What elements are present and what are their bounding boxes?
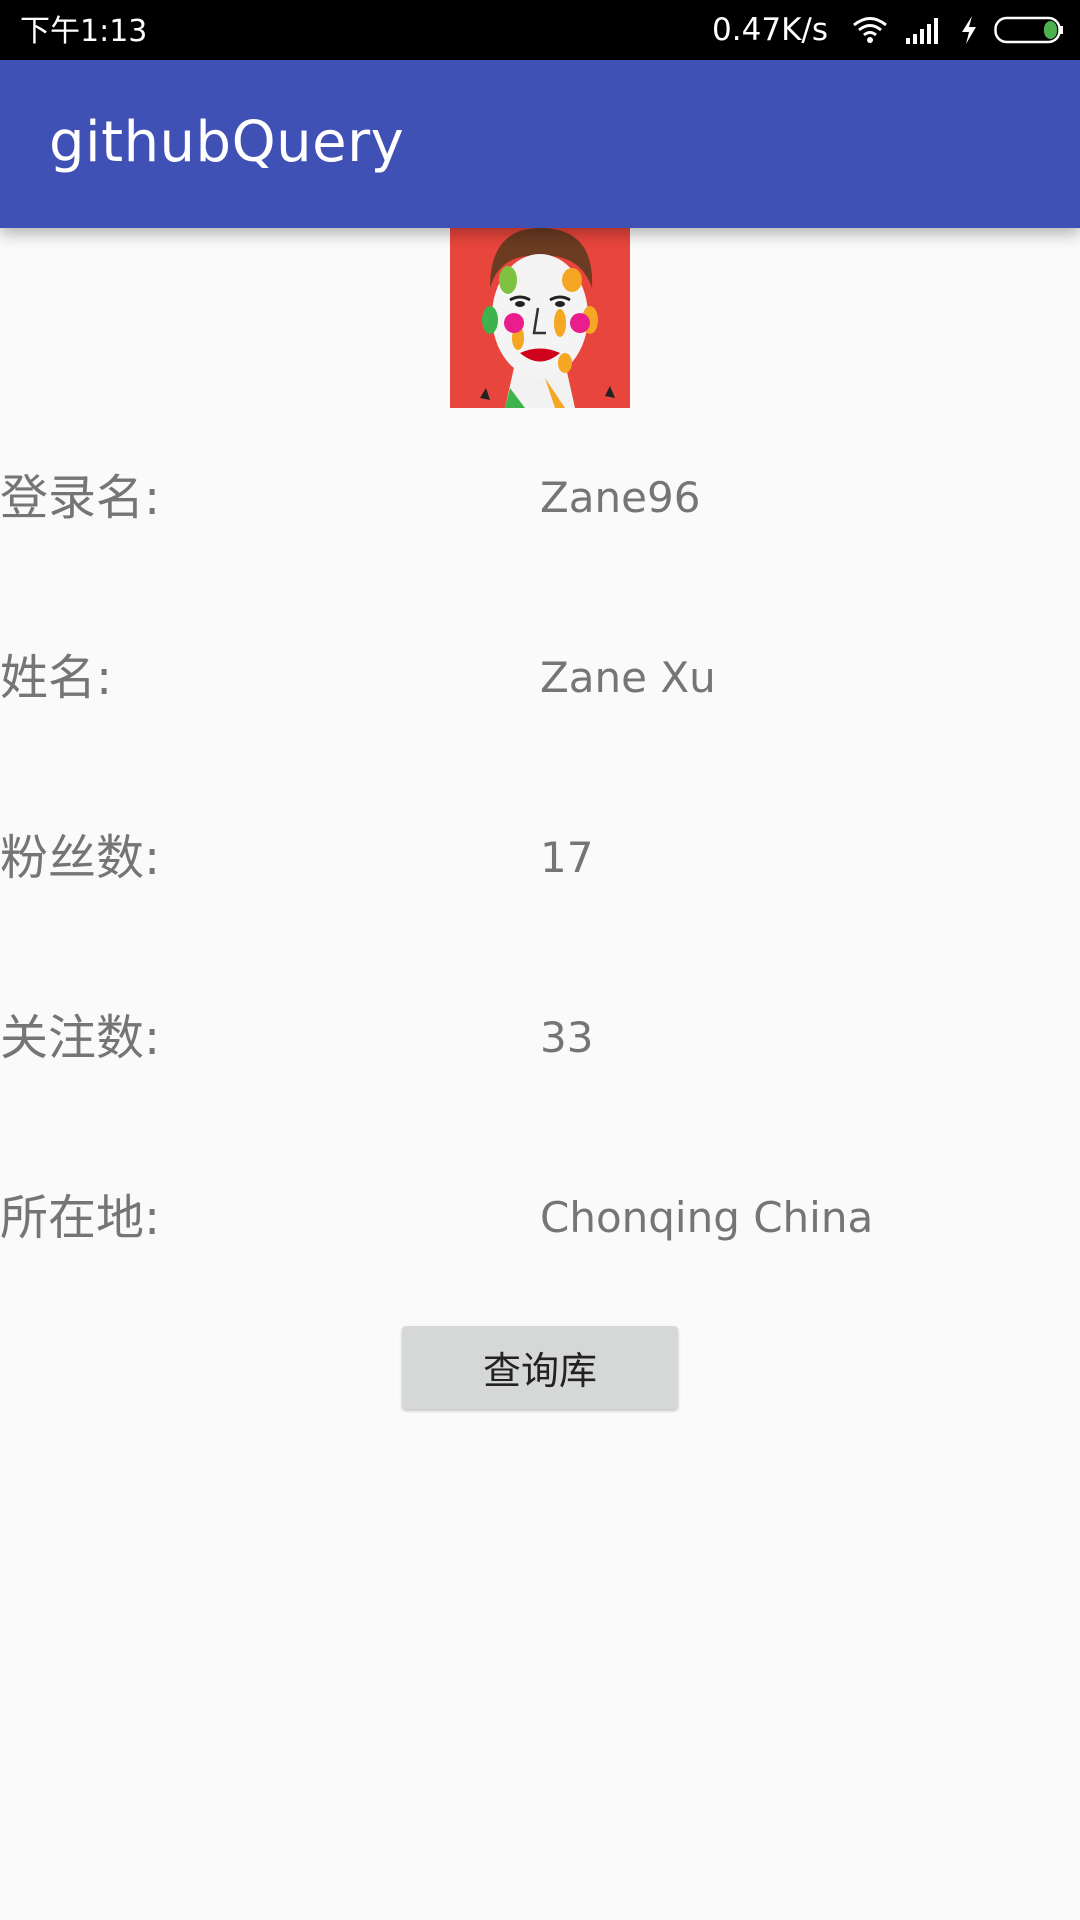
following-value: 33	[540, 1013, 594, 1062]
app-title: githubQuery	[49, 110, 405, 175]
status-icons: 0.47K/s	[712, 8, 1064, 52]
query-repos-button[interactable]: 查询库	[402, 1326, 678, 1409]
network-speed: 0.47K/s	[712, 12, 828, 48]
name-value: Zane Xu	[540, 653, 716, 702]
followers-value: 17	[540, 833, 594, 882]
info-row-followers: 粉丝数: 17	[0, 818, 1080, 898]
status-bar: 下午1:13 0.47K/s	[0, 0, 1080, 60]
info-row-name: 姓名: Zane Xu	[0, 638, 1080, 718]
location-label: 所在地:	[0, 1190, 161, 1246]
login-value: Zane96	[540, 473, 701, 522]
following-label: 关注数:	[0, 1010, 161, 1066]
info-row-location: 所在地: Chonqing China	[0, 1178, 1080, 1258]
wifi-icon	[852, 16, 888, 44]
info-row-following: 关注数: 33	[0, 998, 1080, 1078]
avatar	[450, 228, 630, 408]
app-bar: githubQuery	[0, 60, 1080, 228]
followers-label: 粉丝数:	[0, 830, 161, 886]
signal-icon	[904, 16, 944, 44]
name-label: 姓名:	[0, 650, 113, 706]
location-value: Chonqing China	[540, 1193, 874, 1242]
battery-icon	[994, 16, 1064, 44]
info-row-login: 登录名: Zane96	[0, 458, 1080, 538]
login-label: 登录名:	[0, 470, 161, 526]
charging-icon	[960, 15, 978, 45]
status-time: 下午1:13	[20, 14, 148, 49]
